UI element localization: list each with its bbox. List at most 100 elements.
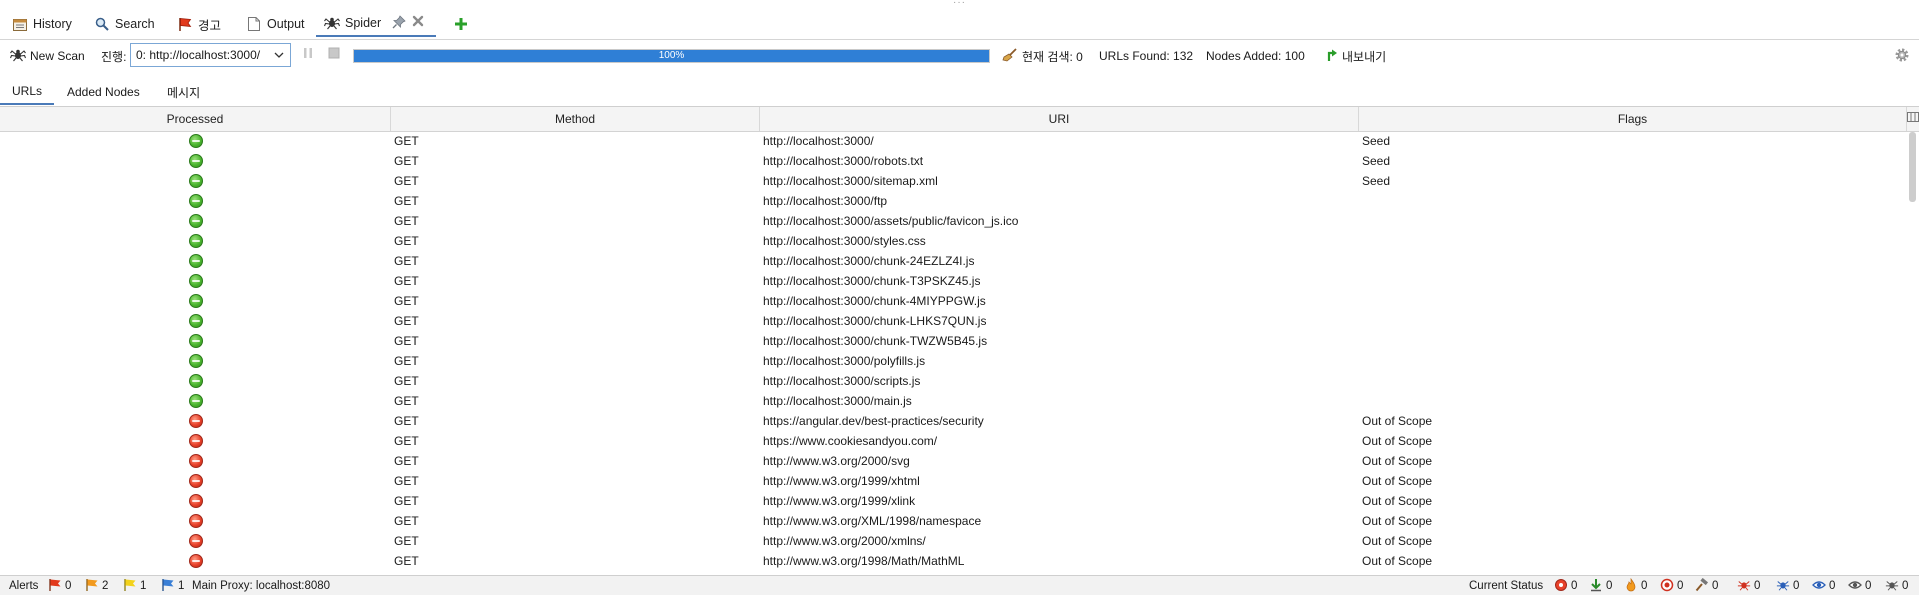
- table-row[interactable]: GET http://localhost:3000/chunk-TWZW5B45.…: [0, 331, 1905, 351]
- eye-grey-icon: [1848, 578, 1862, 595]
- column-config-icon: [1907, 112, 1919, 126]
- flags-cell: Out of Scope: [1362, 434, 1433, 448]
- column-header-method[interactable]: Method: [391, 107, 760, 131]
- table-row[interactable]: GET http://localhost:3000/robots.txt Seed: [0, 151, 1905, 171]
- alert-count-low[interactable]: 1: [123, 578, 146, 594]
- alerts-flag-icon: [177, 16, 193, 32]
- column-header-flags[interactable]: Flags: [1359, 107, 1907, 131]
- uri-cell: http://localhost:3000/polyfills.js: [763, 354, 926, 368]
- status-ajax-spider[interactable]: 0: [1776, 578, 1799, 594]
- uri-cell: http://localhost:3000/sitemap.xml: [763, 174, 938, 188]
- tab-output[interactable]: Output: [238, 11, 313, 37]
- table-row[interactable]: GET http://www.w3.org/1999/xlink Out of Sc…: [0, 491, 1905, 511]
- status-breakpoints-count: 0: [1865, 580, 1872, 592]
- alert-count-high[interactable]: 0: [48, 578, 71, 594]
- uri-cell: http://localhost:3000/: [763, 134, 874, 148]
- uri-cell: http://localhost:3000/robots.txt: [763, 154, 924, 168]
- alert-count-high-value: 0: [65, 580, 72, 592]
- method-cell: GET: [394, 274, 419, 288]
- column-header-processed[interactable]: Processed: [0, 107, 391, 131]
- uri-cell: https://www.cookiesandyou.com/: [763, 434, 938, 448]
- download-arrow-icon: [1589, 578, 1603, 595]
- pause-button[interactable]: [301, 47, 315, 61]
- table-row[interactable]: GET http://www.w3.org/2000/xmlns/Out of S…: [0, 531, 1905, 551]
- table-row[interactable]: GET http://localhost:3000/sitemap.xml Seed: [0, 171, 1905, 191]
- table-row[interactable]: GET http://localhost:3000/assets/public/f…: [0, 211, 1905, 231]
- out-of-scope-icon: [189, 514, 203, 528]
- processed-ok-icon: [189, 374, 203, 388]
- table-row[interactable]: GET http://localhost:3000/chunk-LHKS7QUN.…: [0, 311, 1905, 331]
- table-row[interactable]: GET http://www.w3.org/2000/svg Out of Scop…: [0, 451, 1905, 471]
- processed-ok-icon: [189, 354, 203, 368]
- processed-ok-icon: [189, 134, 203, 148]
- current-status-label: Current Status: [1469, 580, 1544, 592]
- pause-icon: [302, 47, 314, 62]
- export-button[interactable]: 내보내기: [1326, 46, 1386, 66]
- spider-grey-icon: [1885, 578, 1899, 595]
- alert-count-medium[interactable]: 2: [85, 578, 108, 594]
- table-row[interactable]: GET http://localhost:3000/chunk-T3PSKZ45.…: [0, 271, 1905, 291]
- active-scan-icon: [1554, 578, 1568, 595]
- alert-count-info[interactable]: 1: [161, 578, 184, 594]
- uri-cell: http://localhost:3000/chunk-24EZLZ4I.js: [763, 254, 975, 268]
- processed-ok-icon: [189, 174, 203, 188]
- status-passive-scan-count: 0: [1829, 580, 1836, 592]
- table-row[interactable]: GET http://localhost:3000/styles.css: [0, 231, 1905, 251]
- table-row[interactable]: GET http://www.w3.org/XML/1998/namespace O…: [0, 511, 1905, 531]
- table-row[interactable]: GET http://localhost:3000/Seed: [0, 131, 1905, 151]
- status-spider-count: 0: [1754, 580, 1761, 592]
- status-downloads[interactable]: 0: [1589, 578, 1612, 594]
- scan-progress-bar: 100%: [353, 49, 990, 63]
- scan-progress-select[interactable]: 0: http://localhost:3000/: [130, 43, 291, 67]
- table-row[interactable]: GET http://localhost:3000/polyfills.js: [0, 351, 1905, 371]
- table-row[interactable]: GET http://localhost:3000/chunk-4MIYPPGW.…: [0, 291, 1905, 311]
- tab-spider[interactable]: Spider: [316, 11, 436, 37]
- table-row[interactable]: GET http://localhost:3000/chunk-24EZLZ4I.…: [0, 251, 1905, 271]
- column-config-button[interactable]: [1907, 111, 1919, 125]
- table-row[interactable]: GET http://localhost:3000/main.js: [0, 391, 1905, 411]
- add-tab-button[interactable]: [445, 11, 477, 37]
- table-row[interactable]: GET https://angular.dev/best-practices/se…: [0, 411, 1905, 431]
- tab-added-nodes[interactable]: Added Nodes: [55, 79, 152, 105]
- status-spider[interactable]: 0: [1737, 578, 1760, 594]
- tab-urls[interactable]: URLs: [0, 79, 55, 105]
- new-scan-button[interactable]: New Scan: [9, 46, 85, 66]
- uri-cell: http://localhost:3000/styles.css: [763, 234, 926, 248]
- method-cell: GET: [394, 514, 419, 528]
- close-icon[interactable]: [412, 15, 424, 32]
- table-row[interactable]: GET http://www.w3.org/1999/xhtml Out of Sc…: [0, 471, 1905, 491]
- table-row[interactable]: GET http://localhost:3000/scripts.js: [0, 371, 1905, 391]
- status-hammer-count: 0: [1712, 580, 1719, 592]
- panel-resize-grip[interactable]: ···: [0, 0, 1919, 8]
- spider-icon: [324, 15, 340, 31]
- tab-history[interactable]: History: [4, 11, 80, 37]
- progress-label: 진행:: [101, 49, 127, 64]
- method-cell: GET: [394, 534, 419, 548]
- status-fuzzer[interactable]: 0: [1624, 577, 1647, 594]
- table-row[interactable]: GET https://www.cookiesandyou.com/Out of …: [0, 431, 1905, 451]
- status-active-scan[interactable]: 0: [1554, 578, 1577, 594]
- column-header-uri[interactable]: URI: [760, 107, 1359, 131]
- stop-button[interactable]: [327, 47, 341, 61]
- table-row[interactable]: GET http://localhost:3000/ftp: [0, 191, 1905, 211]
- settings-button[interactable]: [1894, 48, 1910, 64]
- pin-icon[interactable]: [392, 14, 406, 32]
- scrollbar-thumb[interactable]: [1909, 132, 1916, 202]
- status-forced-browse[interactable]: 0: [1660, 578, 1683, 594]
- processed-ok-icon: [189, 154, 203, 168]
- spider-red-icon: [1737, 578, 1751, 595]
- alert-count-medium-value: 2: [102, 580, 109, 592]
- table-row[interactable]: GET http://www.w3.org/1998/Math/MathML Out…: [0, 551, 1905, 571]
- method-cell: GET: [394, 334, 419, 348]
- table-scrollbar[interactable]: [1908, 132, 1917, 575]
- tab-messages[interactable]: 메시지: [155, 79, 212, 105]
- status-extra[interactable]: 0: [1885, 578, 1908, 594]
- spider-icon: [9, 48, 27, 65]
- tab-alerts[interactable]: 경고: [169, 11, 229, 37]
- flags-cell: Out of Scope: [1362, 474, 1433, 488]
- tab-search[interactable]: Search: [86, 11, 163, 37]
- status-passive-scan[interactable]: 0: [1812, 578, 1835, 594]
- status-hammer[interactable]: 0: [1695, 577, 1719, 594]
- status-breakpoints[interactable]: 0: [1848, 578, 1871, 594]
- flags-cell: Out of Scope: [1362, 514, 1433, 528]
